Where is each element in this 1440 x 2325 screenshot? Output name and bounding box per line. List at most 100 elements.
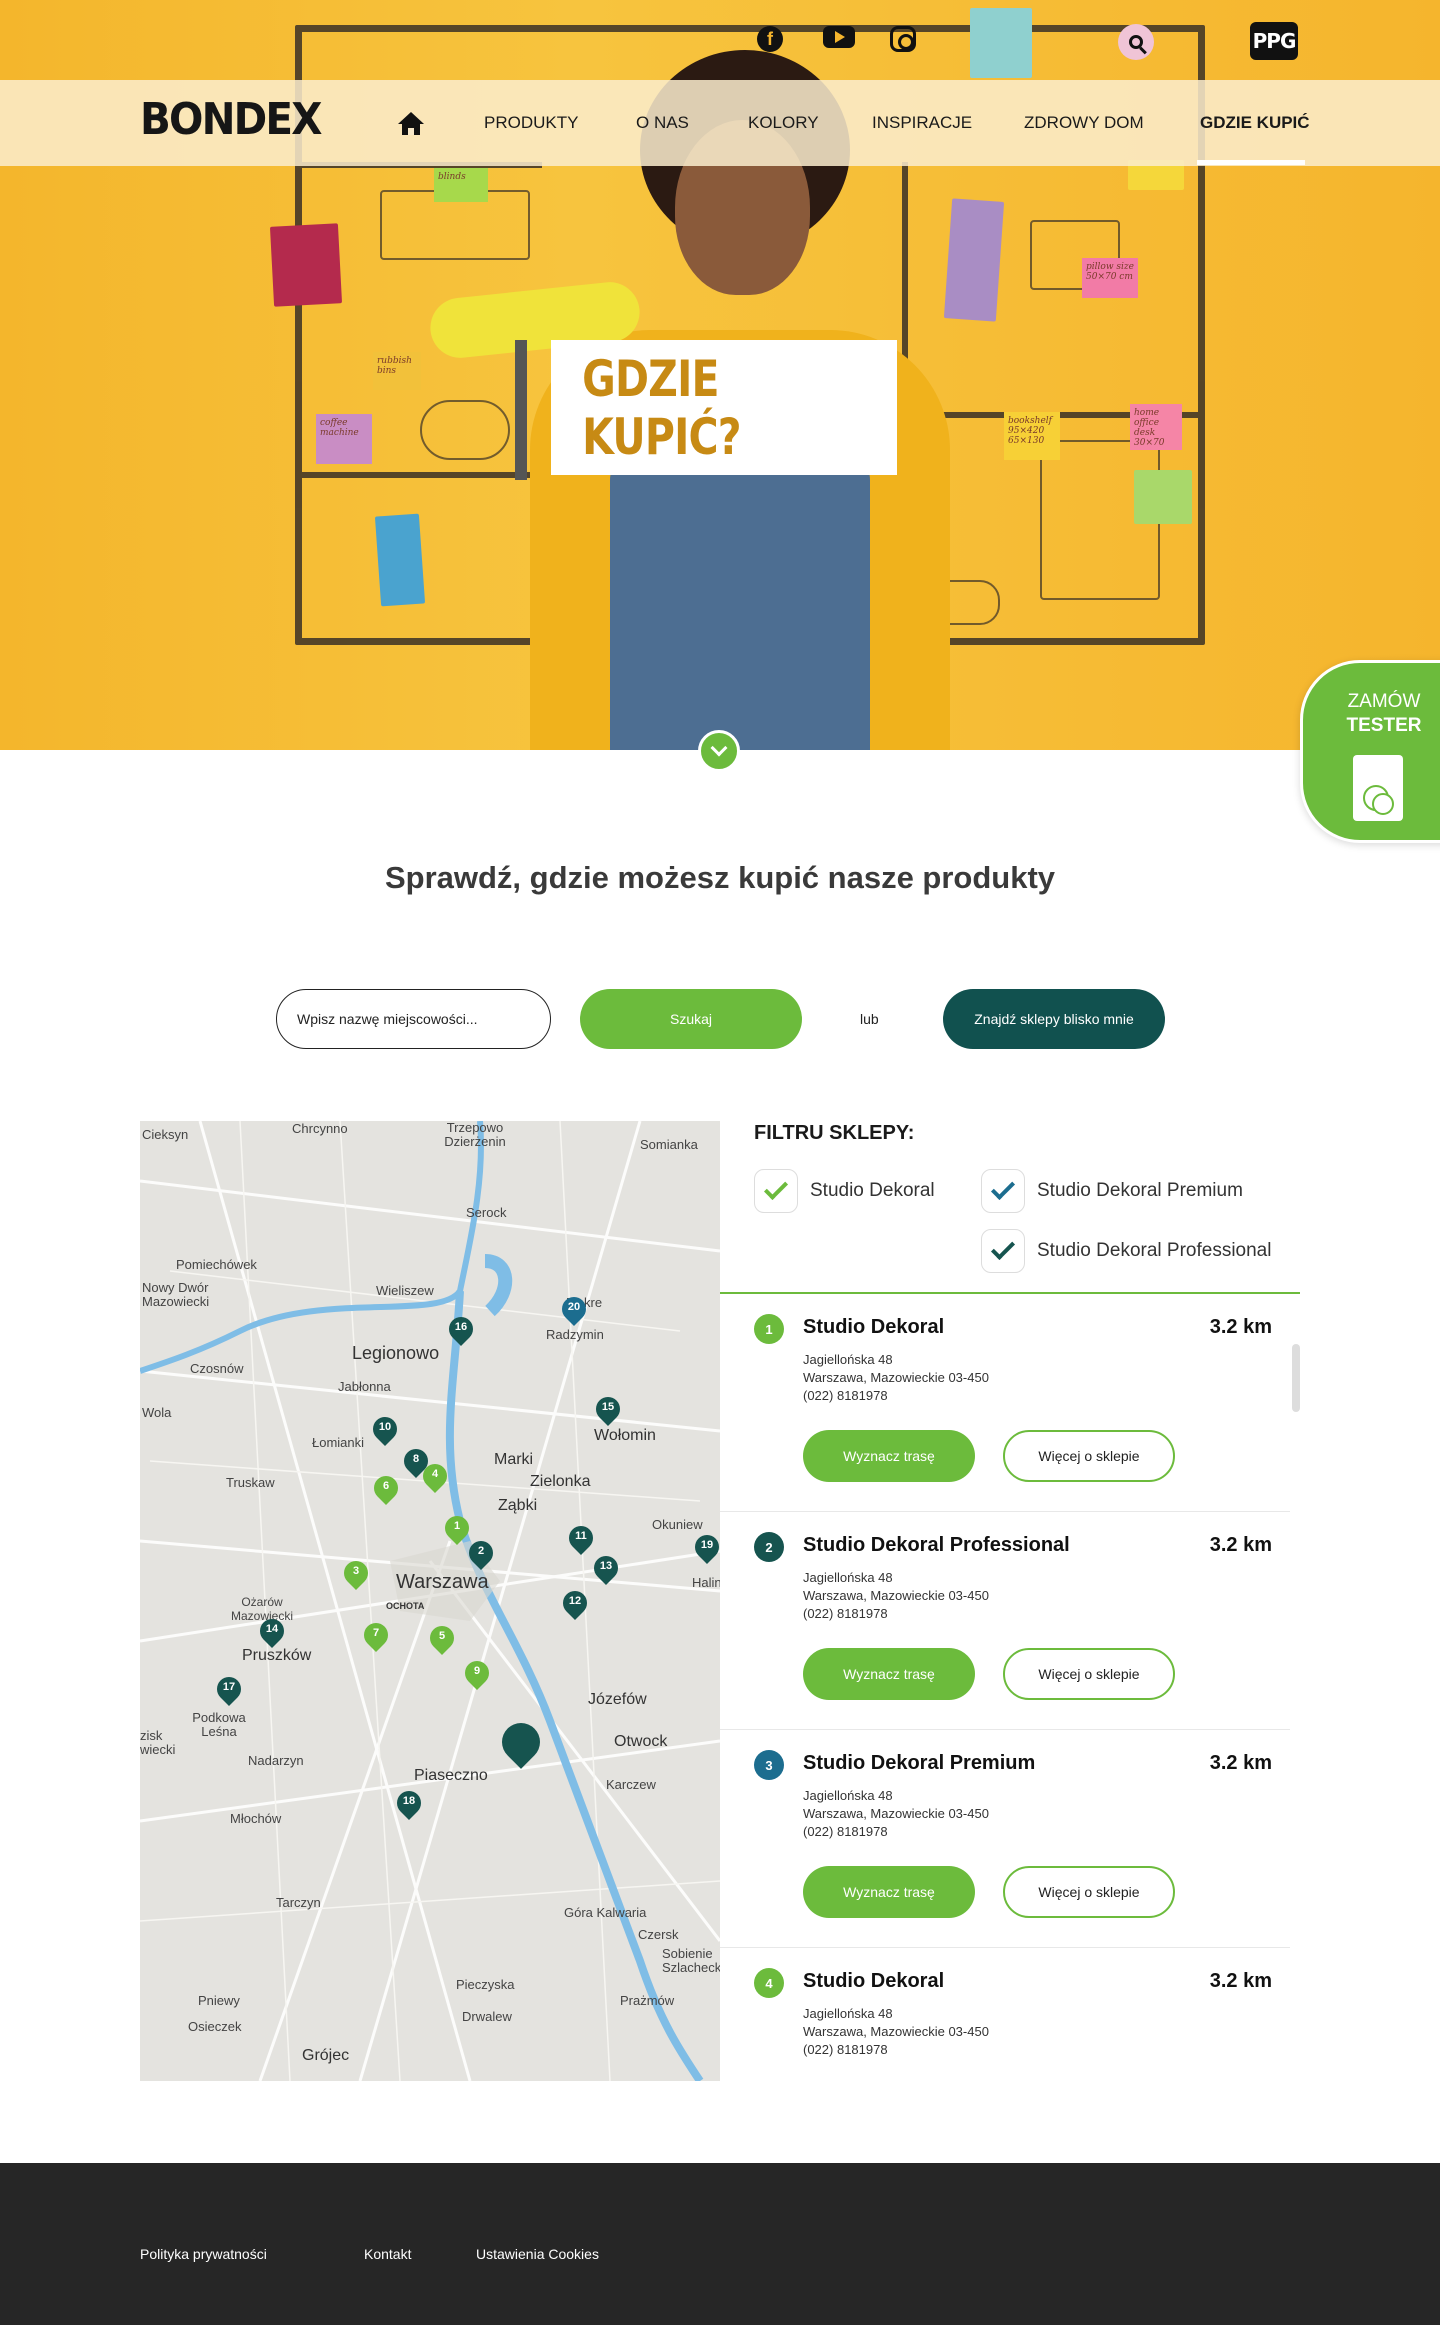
map-label: Nowy Dwór Mazowiecki [142,1280,210,1309]
map-label: Piaseczno [414,1767,488,1784]
sticky-note: coffee machine [316,414,372,464]
map-label: Tarczyn [276,1895,321,1910]
footer-link-contact[interactable]: Kontakt [364,2246,411,2262]
map-pin[interactable]: 12 [558,1586,592,1621]
route-button[interactable]: Wyznacz trasę [803,1648,975,1700]
map-pin[interactable]: 14 [255,1614,289,1649]
store-number-badge: 4 [754,1968,784,1998]
sticky-note: rubbish bins [373,352,421,390]
nav-item-zdrowy-dom[interactable]: ZDROWY DOM [1024,110,1144,136]
map-pin[interactable]: 18 [392,1786,426,1821]
map-pin[interactable]: 20 [557,1292,591,1327]
tester-label-line1: ZAMÓW [1347,691,1421,712]
map-label: Warszawa [396,1571,489,1593]
store-details-button[interactable]: Więcej o sklepie [1003,1648,1175,1700]
filter-studio-dekoral-premium[interactable]: Studio Dekoral Premium [981,1168,1243,1214]
nav-item-inspiracje[interactable]: INSPIRACJE [872,110,972,136]
map-label: Cieksyn [142,1127,189,1142]
store-distance: 3.2 km [1209,1970,1272,1992]
route-button[interactable]: Wyznacz trasę [803,1866,975,1918]
order-tester-tab[interactable]: ZAMÓW TESTER [1300,660,1440,843]
hero-title-box: GDZIE KUPIĆ? [551,340,897,475]
check-icon [763,1175,789,1201]
map-label: Chrcynno [292,1121,348,1136]
map-label: Osieczek [188,2019,242,2034]
store-details-button[interactable]: Więcej o sklepie [1003,1866,1175,1918]
filter-checkbox[interactable] [981,1169,1025,1213]
current-location-pin[interactable] [494,1715,548,1773]
nav-item-o-nas[interactable]: O NAS [636,110,689,136]
map-pin[interactable]: 10 [368,1412,402,1447]
map-label: Okuniew [652,1517,703,1532]
ppg-logo[interactable]: PPG [1250,22,1298,60]
store-name: Studio Dekoral Premium [803,1752,1036,1774]
store-distance: 3.2 km [1209,1316,1272,1338]
map-label: OCHOTA [386,1601,425,1611]
map-pin[interactable]: 2 [464,1536,498,1571]
filters-title: FILTRU SKLEPY: [754,1122,915,1144]
map-label: Łomianki [312,1435,365,1450]
search-button[interactable] [1118,24,1154,60]
map-pin[interactable]: 5 [425,1621,459,1656]
home-icon[interactable] [398,112,424,136]
check-icon [990,1235,1016,1261]
nav-item-produkty[interactable]: PRODUKTY [484,110,578,136]
map-label: Góra Kalwaria [564,1905,647,1920]
store-map[interactable]: Cieksyn Chrcynno Trzepowo Dzierżenin Som… [140,1121,720,2081]
footer [0,2163,1440,2325]
store-list[interactable]: 1 Studio Dekoral 3.2 km Jagiellońska 48 … [720,1294,1300,2081]
youtube-icon[interactable] [823,26,855,48]
instagram-icon[interactable] [890,26,916,52]
filter-studio-dekoral-professional[interactable]: Studio Dekoral Professional [981,1228,1271,1274]
map-label: Somianka [640,1137,698,1152]
map-label: Zielonka [530,1473,591,1490]
filter-label: Studio Dekoral Premium [1037,1180,1243,1201]
store-street: Jagiellońska 48 [803,1788,893,1803]
footer-link-cookies[interactable]: Ustawienia Cookies [476,2246,599,2262]
store-number-badge: 1 [754,1314,784,1344]
map-pin[interactable]: 17 [212,1672,246,1707]
filter-checkbox[interactable] [754,1169,798,1213]
map-label: Ząbki [498,1497,538,1514]
map-pin[interactable]: 11 [564,1521,598,1556]
sticky-note: pillow size 50×70 cm [1082,258,1138,298]
filter-checkbox[interactable] [981,1229,1025,1273]
scroll-down-button[interactable] [698,730,740,772]
map-label: Halin [692,1575,720,1590]
map-label: Wola [142,1405,172,1420]
map-label: Czosnów [190,1361,244,1376]
map-pin[interactable]: 13 [589,1551,623,1586]
map-label: Młochów [230,1811,282,1826]
store-name: Studio Dekoral [803,1970,945,1992]
map-pin[interactable]: 19 [690,1530,720,1565]
bondex-logo[interactable]: BONDEX [140,94,322,145]
store-card: 4 Studio Dekoral 3.2 km Jagiellońska 48 … [720,1948,1290,2081]
city-search-input[interactable] [276,989,551,1049]
check-icon [990,1175,1016,1201]
map-pin[interactable]: 8 [399,1444,433,1479]
map-pin[interactable]: 6 [369,1471,403,1506]
store-details-button[interactable]: Więcej o sklepie [1003,1430,1175,1482]
filter-studio-dekoral[interactable]: Studio Dekoral [754,1168,935,1214]
route-button[interactable]: Wyznacz trasę [803,1430,975,1482]
footer-link-privacy[interactable]: Polityka prywatności [140,2246,267,2262]
map-label: Serock [466,1205,507,1220]
facebook-icon[interactable]: f [757,26,783,52]
store-phone: (022) 8181978 [803,1824,888,1839]
store-phone: (022) 8181978 [803,2042,888,2057]
map-pin[interactable]: 1 [440,1511,474,1546]
map-pin[interactable]: 16 [444,1312,478,1347]
search-submit-button[interactable]: Szukaj [580,989,802,1049]
store-phone: (022) 8181978 [803,1388,888,1403]
nav-item-gdzie-kupic[interactable]: GDZIE KUPIĆ [1200,110,1310,136]
map-pin[interactable]: 9 [460,1656,494,1691]
store-city: Warszawa, Mazowieckie 03-450 [803,2024,989,2039]
store-list-scrollbar[interactable] [1292,1344,1300,1412]
find-nearby-stores-button[interactable]: Znajdź sklepy blisko mnie [943,989,1165,1049]
map-pin[interactable]: 15 [591,1392,625,1427]
map-pin[interactable]: 3 [339,1556,373,1591]
nav-item-kolory[interactable]: KOLORY [748,110,819,136]
map-pin[interactable]: 7 [359,1618,393,1653]
map-label: Grójec [302,2047,350,2064]
map-label: Wołomin [594,1427,656,1444]
